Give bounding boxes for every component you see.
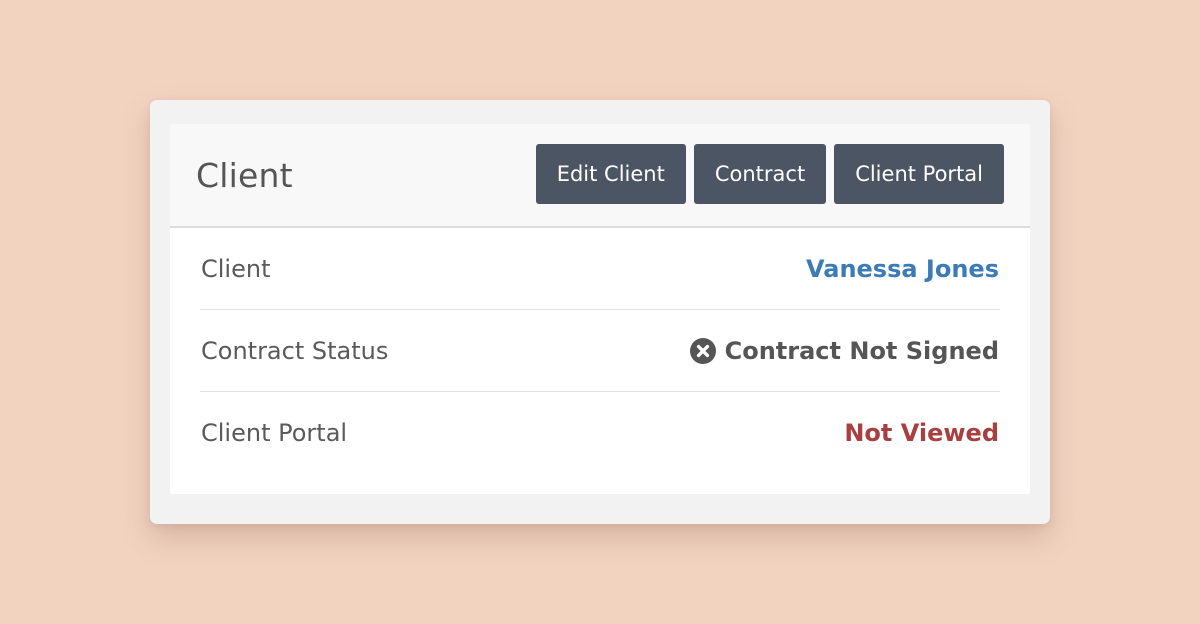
client-portal-status: Not Viewed (844, 419, 999, 447)
times-circle-icon (689, 337, 716, 364)
detail-rows: Client Vanessa Jones Contract Status Con… (170, 228, 1030, 474)
panel-title: Client (196, 155, 293, 195)
client-card: Client Edit Client Contract Client Porta… (150, 100, 1050, 524)
client-label: Client (201, 254, 271, 283)
client-panel: Client Edit Client Contract Client Porta… (170, 124, 1030, 494)
edit-client-button[interactable]: Edit Client (535, 144, 686, 204)
contract-status-value: Contract Not Signed (689, 336, 999, 365)
detail-row-client-portal: Client Portal Not Viewed (200, 392, 1000, 474)
client-portal-button[interactable]: Client Portal (834, 144, 1004, 204)
contract-status-label: Contract Status (201, 336, 389, 365)
contract-button[interactable]: Contract (693, 144, 827, 204)
action-button-group: Edit Client Contract Client Portal (535, 144, 1004, 204)
detail-row-client: Client Vanessa Jones (200, 228, 1000, 310)
client-portal-label: Client Portal (201, 419, 348, 447)
client-name-link[interactable]: Vanessa Jones (806, 255, 999, 283)
detail-row-contract-status: Contract Status Contract Not Signed (200, 310, 1000, 392)
contract-status-text: Contract Not Signed (724, 336, 999, 365)
panel-header: Client Edit Client Contract Client Porta… (170, 124, 1030, 228)
